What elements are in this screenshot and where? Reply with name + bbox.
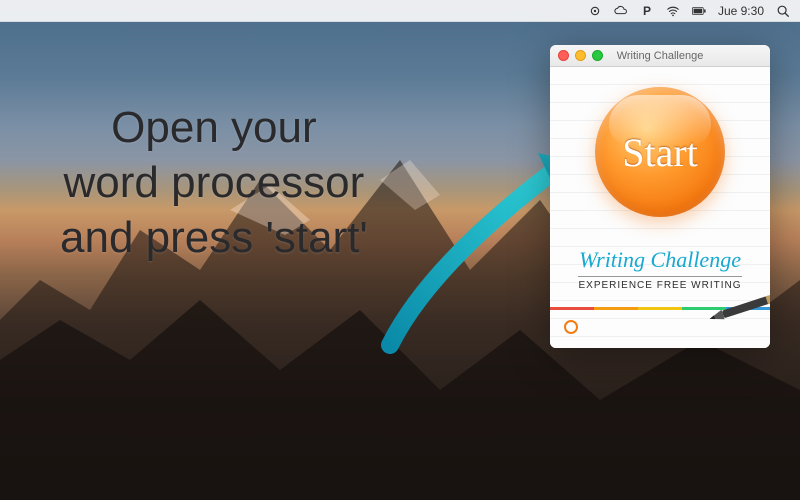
start-button-label: Start — [622, 129, 698, 176]
app-name: Writing Challenge — [562, 247, 758, 273]
app-tagline: EXPERIENCE FREE WRITING — [578, 276, 741, 291]
battery-icon[interactable] — [692, 4, 706, 18]
minimize-icon[interactable] — [575, 50, 586, 61]
menubar-clock[interactable]: Jue 9:30 — [718, 4, 764, 18]
instruction-text: Open your word processor and press 'star… — [60, 100, 368, 265]
settings-gear-icon[interactable] — [588, 4, 602, 18]
menubar: P Jue 9:30 — [0, 0, 800, 22]
search-icon[interactable] — [776, 4, 790, 18]
close-icon[interactable] — [558, 50, 569, 61]
wifi-icon[interactable] — [666, 4, 680, 18]
cloud-icon[interactable] — [614, 4, 628, 18]
p-icon[interactable]: P — [640, 4, 654, 18]
record-icon[interactable] — [564, 320, 578, 334]
start-button[interactable]: Start — [595, 87, 725, 217]
instruction-line-1: Open your — [60, 100, 368, 155]
fullscreen-icon[interactable] — [592, 50, 603, 61]
instruction-line-3: and press 'start' — [60, 210, 368, 265]
window-titlebar[interactable]: Writing Challenge — [550, 45, 770, 67]
instruction-line-2: word processor — [60, 155, 368, 210]
writing-challenge-window: Writing Challenge Start Writing Challeng… — [550, 45, 770, 348]
